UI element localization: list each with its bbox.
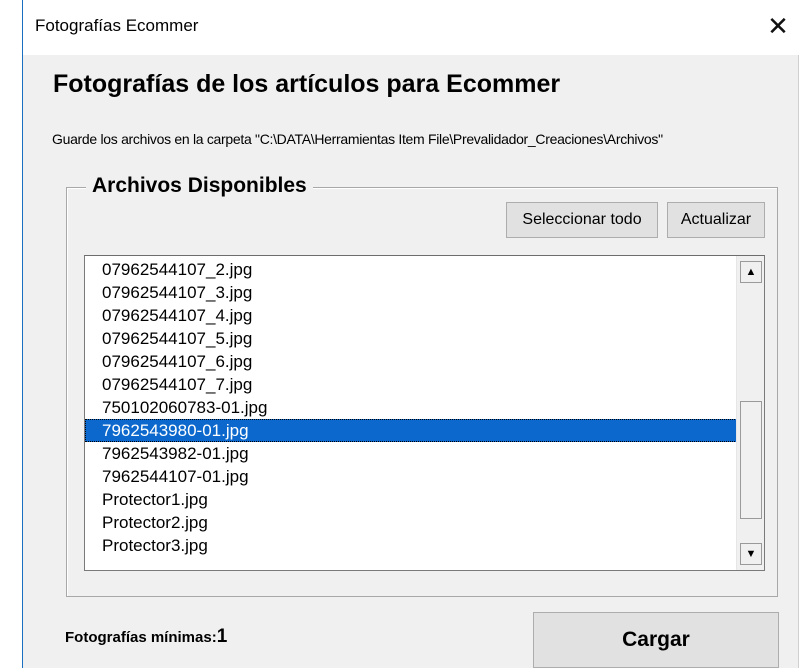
min-photos-label: Fotografías mínimas:1 <box>65 626 227 648</box>
select-all-button[interactable]: Seleccionar todo <box>506 202 658 238</box>
list-item[interactable]: 07962544107_3.jpg <box>85 281 737 304</box>
list-item[interactable]: 7962544107-01.jpg <box>85 465 737 488</box>
files-list: 07962544107_2.jpg 07962544107_3.jpg 079625… <box>85 258 737 557</box>
list-item[interactable]: 07962544107_5.jpg <box>85 327 737 350</box>
dialog-window: Fotografías Ecommer ✕ Fotografías de los… <box>22 0 799 668</box>
scrollbar-thumb[interactable] <box>740 401 762 519</box>
list-item[interactable]: 07962544107_7.jpg <box>85 373 737 396</box>
list-item[interactable]: 07962544107_2.jpg <box>85 258 737 281</box>
list-item[interactable]: 7962543982-01.jpg <box>85 442 737 465</box>
title-bar: Fotografías Ecommer ✕ <box>23 0 799 55</box>
list-item[interactable]: 07962544107_6.jpg <box>85 350 737 373</box>
window-title: Fotografías Ecommer <box>35 16 199 35</box>
load-button[interactable]: Cargar <box>533 612 779 668</box>
available-files-group: Archivos Disponibles Seleccionar todo Ac… <box>66 174 778 597</box>
files-listbox[interactable]: 07962544107_2.jpg 07962544107_3.jpg 079625… <box>84 255 765 571</box>
close-icon[interactable]: ✕ <box>757 4 799 48</box>
refresh-button[interactable]: Actualizar <box>667 202 765 238</box>
folder-path-instruction: Guarde los archivos en la carpeta "C:\DA… <box>52 131 663 147</box>
list-item[interactable]: 7962543980-01.jpg <box>85 419 737 442</box>
group-legend: Archivos Disponibles <box>86 174 313 198</box>
list-item[interactable]: 750102060783-01.jpg <box>85 396 737 419</box>
list-item[interactable]: Protector3.jpg <box>85 534 737 557</box>
min-photos-text: Fotografías mínimas: <box>65 629 217 646</box>
scroll-up-icon[interactable]: ▲ <box>740 261 762 283</box>
scroll-down-icon[interactable]: ▼ <box>740 543 762 565</box>
page-title: Fotografías de los artículos para Ecomme… <box>53 70 561 98</box>
list-item[interactable]: 07962544107_4.jpg <box>85 304 737 327</box>
min-photos-value: 1 <box>216 626 228 647</box>
list-item[interactable]: Protector2.jpg <box>85 511 737 534</box>
list-item[interactable]: Protector1.jpg <box>85 488 737 511</box>
vertical-scrollbar[interactable]: ▲ ▼ <box>736 256 764 570</box>
